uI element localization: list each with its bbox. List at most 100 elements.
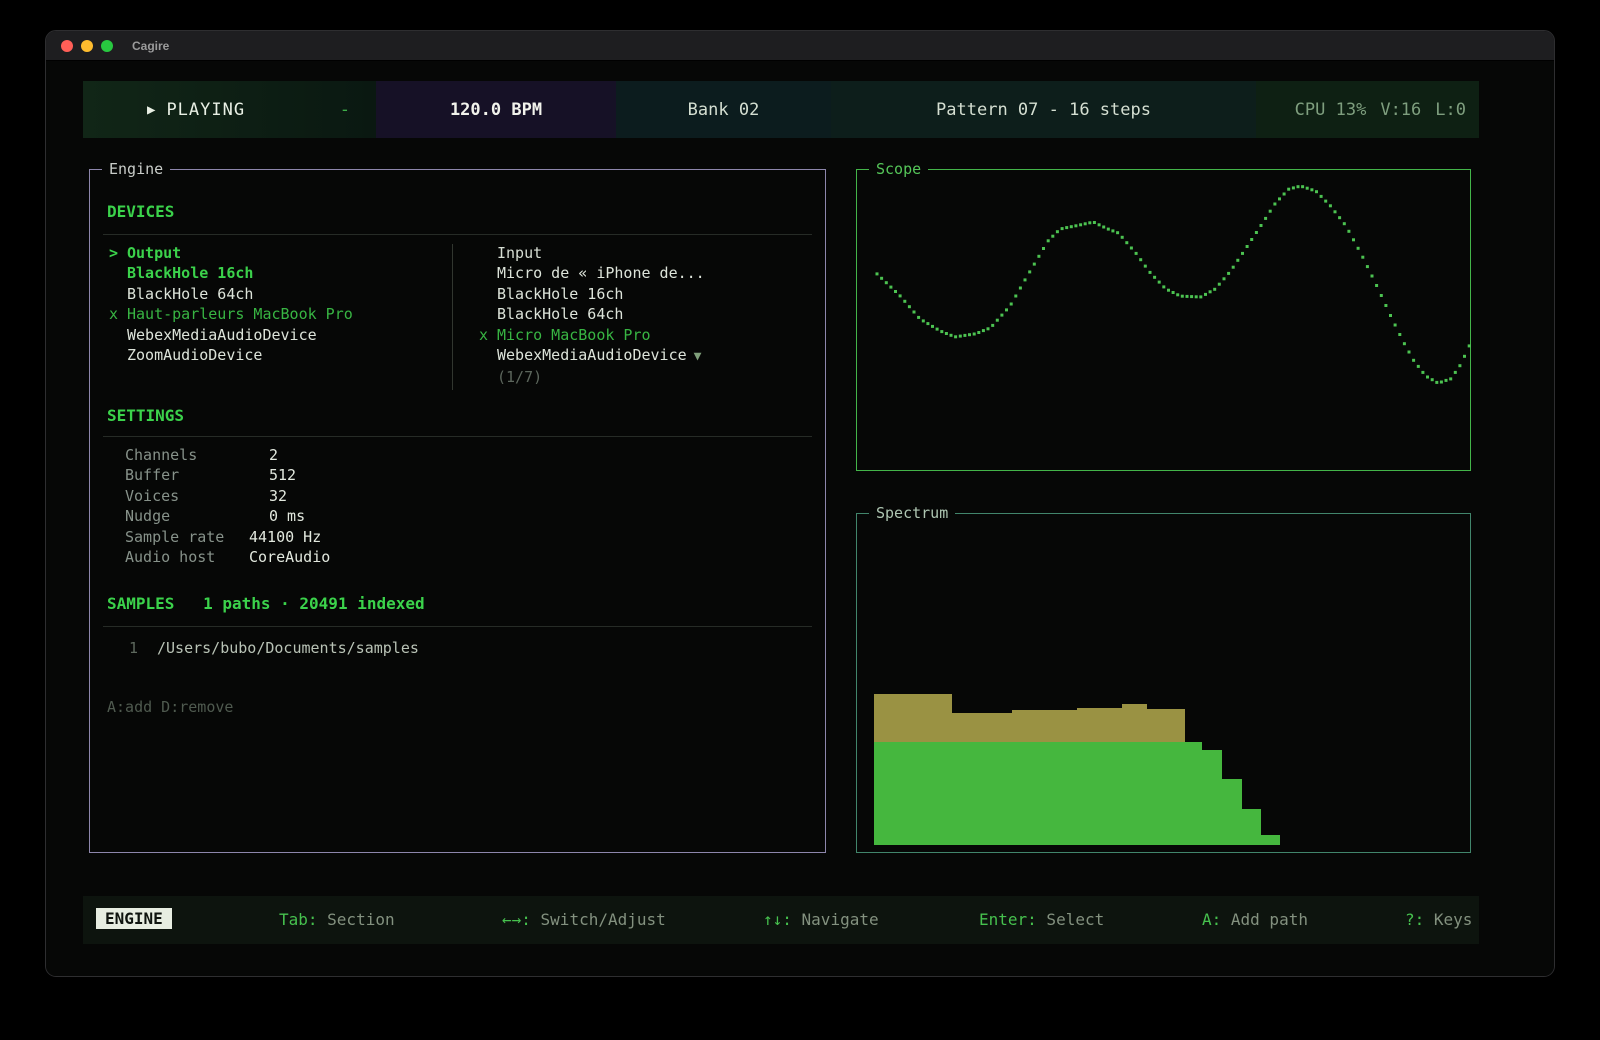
key-hint: Tab: Section: [279, 910, 395, 929]
desktop: Cagire ▶ PLAYING - 120.0 BPM Bank 02 Pat…: [0, 0, 1600, 1040]
device-label: Micro MacBook Pro: [497, 326, 651, 344]
samples-key-hints: A:add D:remove: [107, 698, 233, 716]
pattern-display[interactable]: Pattern 07 - 16 steps: [831, 81, 1256, 138]
device-marker: >: [109, 243, 127, 263]
engine-panel: Engine DEVICES >OutputBlackHole 16chBlac…: [89, 169, 826, 853]
hint-key: Tab:: [279, 910, 318, 929]
window-title: Cagire: [132, 39, 169, 53]
device-marker: x: [479, 325, 497, 345]
output-device-list: >OutputBlackHole 16ch BlackHole 64chxHaut…: [109, 243, 353, 365]
bpm-display[interactable]: 120.0 BPM: [376, 81, 616, 138]
hint-key: ←→:: [502, 910, 531, 929]
settings-row: Channels2: [125, 445, 330, 465]
play-icon: ▶: [147, 102, 155, 118]
app-content: ▶ PLAYING - 120.0 BPM Bank 02 Pattern 07…: [46, 61, 1554, 977]
key-hint: Enter: Select: [979, 910, 1104, 929]
device-label: ZoomAudioDevice: [127, 346, 262, 364]
voices-stat: V:16: [1380, 100, 1421, 120]
engine-panel-title: Engine: [102, 160, 170, 178]
input-device-list: Input Micro de « iPhone de... BlackHole 16…: [479, 243, 705, 388]
scope-panel: Scope: [856, 169, 1471, 471]
device-label: Output: [127, 244, 181, 262]
sample-path-row[interactable]: 1/Users/bubo/Documents/samples: [129, 638, 419, 658]
device-label: WebexMediaAudioDevice: [127, 326, 317, 344]
spectrum-panel: Spectrum: [856, 513, 1471, 853]
input-device-item[interactable]: xMicro MacBook Pro: [479, 325, 705, 345]
samples-section-header: SAMPLES 1 paths · 20491 indexed: [107, 594, 425, 613]
setting-value[interactable]: 32: [249, 487, 287, 505]
bank-display[interactable]: Bank 02: [616, 81, 831, 138]
cpu-stat: CPU 13%: [1295, 100, 1367, 120]
app-window: Cagire ▶ PLAYING - 120.0 BPM Bank 02 Pat…: [45, 30, 1555, 977]
setting-value[interactable]: 44100 Hz: [249, 528, 321, 546]
key-hint: ←→: Switch/Adjust: [502, 910, 666, 929]
bpm-value: 120.0 BPM: [450, 100, 542, 120]
setting-label: Channels: [125, 445, 249, 465]
bank-value: Bank 02: [688, 100, 760, 120]
mode-badge: ENGINE: [96, 908, 172, 929]
setting-label: Audio host: [125, 547, 249, 567]
setting-label: Voices: [125, 486, 249, 506]
settings-row: Voices32: [125, 486, 330, 506]
minimize-button[interactable]: [81, 40, 93, 52]
output-column-header[interactable]: >Output: [109, 243, 353, 263]
maximize-button[interactable]: [101, 40, 113, 52]
column-divider: [452, 244, 453, 390]
input-device-item[interactable]: BlackHole 64ch: [479, 304, 705, 324]
dropdown-arrow-icon: ▼: [694, 349, 702, 364]
window-titlebar[interactable]: Cagire: [46, 31, 1554, 61]
hint-key: ?:: [1405, 910, 1424, 929]
output-device-item[interactable]: WebexMediaAudioDevice: [109, 325, 353, 345]
hint-key: ↑↓:: [763, 910, 792, 929]
setting-value[interactable]: 2: [249, 446, 278, 464]
scope-waveform: [858, 171, 1471, 471]
settings-section-header: SETTINGS: [107, 406, 184, 425]
transport-status[interactable]: ▶ PLAYING -: [83, 81, 376, 138]
key-hint: ↑↓: Navigate: [763, 910, 879, 929]
input-device-item[interactable]: Micro de « iPhone de...: [479, 263, 705, 283]
key-hint: A: Add path: [1202, 910, 1308, 929]
level-stat: L:0: [1435, 100, 1466, 120]
hint-label: Section: [318, 910, 395, 929]
hint-label: Add path: [1221, 910, 1308, 929]
device-label: BlackHole 16ch: [497, 285, 623, 303]
input-column-header[interactable]: Input: [479, 243, 705, 263]
hint-key: A:: [1202, 910, 1221, 929]
settings-row: Buffer512: [125, 465, 330, 485]
input-device-item[interactable]: BlackHole 16ch: [479, 284, 705, 304]
close-button[interactable]: [61, 40, 73, 52]
settings-list: Channels2Buffer512Voices32Nudge0 msSampl…: [125, 445, 330, 567]
key-hint: ?: Keys: [1405, 910, 1472, 929]
device-label: Input: [497, 244, 542, 262]
input-list-pager: (1/7): [479, 367, 705, 387]
divider: [103, 626, 812, 627]
hint-label: Keys: [1424, 910, 1472, 929]
transport-bar: ▶ PLAYING - 120.0 BPM Bank 02 Pattern 07…: [83, 81, 1479, 138]
status-bar: ENGINE Tab: Section ←→: Switch/Adjust ↑↓: …: [83, 896, 1479, 944]
device-label: BlackHole 64ch: [127, 285, 253, 303]
output-device-item[interactable]: BlackHole 16ch: [109, 263, 353, 283]
hint-label: Switch/Adjust: [531, 910, 666, 929]
settings-row: Audio hostCoreAudio: [125, 547, 330, 567]
device-label: (1/7): [497, 368, 542, 386]
output-device-item[interactable]: xHaut-parleurs MacBook Pro: [109, 304, 353, 324]
device-label: WebexMediaAudioDevice: [497, 346, 687, 364]
device-label: Micro de « iPhone de...: [497, 264, 705, 282]
device-label: BlackHole 64ch: [497, 305, 623, 323]
transport-label: PLAYING: [166, 100, 245, 120]
pattern-value: Pattern 07 - 16 steps: [936, 100, 1151, 120]
samples-summary: 1 paths · 20491 indexed: [203, 594, 425, 613]
setting-label: Nudge: [125, 506, 249, 526]
divider: [103, 234, 812, 235]
hint-key: Enter:: [979, 910, 1037, 929]
path-value: /Users/bubo/Documents/samples: [157, 639, 419, 657]
setting-value[interactable]: 512: [249, 466, 296, 484]
setting-value[interactable]: CoreAudio: [249, 548, 330, 566]
setting-value[interactable]: 0 ms: [249, 507, 305, 525]
input-device-item[interactable]: WebexMediaAudioDevice ▼: [479, 345, 705, 367]
output-device-item[interactable]: BlackHole 64ch: [109, 284, 353, 304]
output-device-item[interactable]: ZoomAudioDevice: [109, 345, 353, 365]
divider: [103, 436, 812, 437]
device-marker: x: [109, 304, 127, 324]
samples-header-label: SAMPLES: [107, 594, 174, 613]
